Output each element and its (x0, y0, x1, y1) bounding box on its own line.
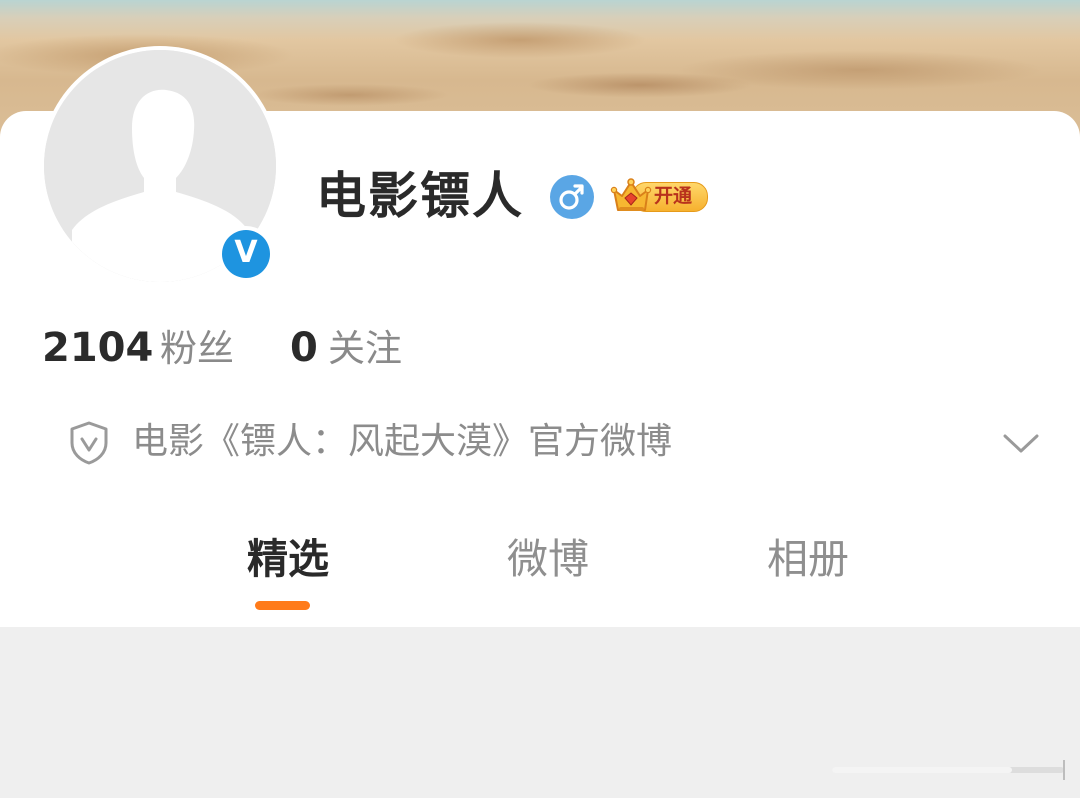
tab-weibo[interactable]: 微博 (478, 533, 618, 585)
vip-open-label: 开通 (654, 185, 693, 207)
following-label[interactable]: 关注 (328, 325, 402, 373)
following-count[interactable]: 0 (290, 324, 318, 372)
chevron-down-icon[interactable] (1000, 428, 1042, 458)
vip-open-badge[interactable]: 开通 (610, 176, 708, 216)
followers-label[interactable]: 粉丝 (160, 325, 234, 373)
shield-v-icon (70, 421, 108, 465)
tab-featured[interactable]: 精选 (218, 533, 358, 585)
active-tab-indicator (255, 601, 310, 610)
male-icon (550, 175, 594, 219)
tab-album[interactable]: 相册 (738, 533, 878, 585)
crown-icon (610, 178, 652, 211)
followers-count[interactable]: 2104 (42, 324, 153, 372)
verified-v-icon: V (218, 226, 274, 282)
horizontal-scrollbar[interactable] (828, 758, 1068, 782)
profile-name: 电影镖人 (316, 167, 524, 225)
profile-description: 电影《镖人：风起大漠》官方微博 (132, 421, 673, 462)
verified-mark: V (222, 230, 270, 278)
